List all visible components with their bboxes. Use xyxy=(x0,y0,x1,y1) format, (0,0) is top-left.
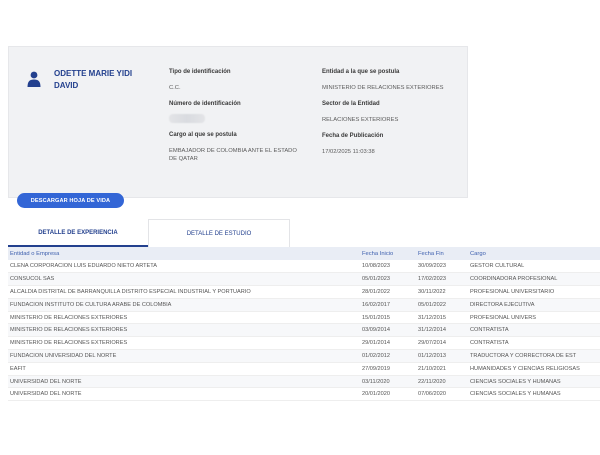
cell-cargo: HUMANIDADES Y CIENCIAS RELIGIOSAS xyxy=(468,362,600,376)
cell-fecha-fin: 29/07/2014 xyxy=(416,336,468,351)
cell-fecha-fin: 31/12/2015 xyxy=(416,311,468,325)
cell-fecha-fin: 17/02/2023 xyxy=(416,272,468,287)
cell-fecha-inicio: 03/09/2014 xyxy=(360,323,416,338)
entity-column: Entidad a la que se postula MINISTERIO D… xyxy=(322,68,472,156)
tab-experiencia[interactable]: DETALLE DE EXPERIENCIA xyxy=(8,219,148,247)
fecha-label: Fecha de Publicación xyxy=(322,133,384,139)
fecha-value: 17/02/2025 11:03:38 xyxy=(322,149,375,155)
cell-fecha-inicio: 27/09/2019 xyxy=(360,362,416,376)
cell-fecha-fin: 21/10/2021 xyxy=(416,362,468,376)
cell-entidad: FUNDACION UNIVERSIDAD DEL NORTE xyxy=(8,349,360,363)
sector-label: Sector de la Entidad xyxy=(322,101,380,107)
cell-cargo: CIENCIAS SOCIALES Y HUMANAS xyxy=(468,387,600,402)
cell-cargo: CONTRATISTA xyxy=(468,336,600,351)
cell-cargo: DIRECTORA EJECUTIVA xyxy=(468,298,600,312)
sector-value: RELACIONES EXTERIORES xyxy=(322,117,399,123)
cell-entidad: UNIVERSIDAD DEL NORTE xyxy=(8,375,360,389)
cell-entidad: ALCALDIA DISTRITAL DE BARRANQUILLA DISTR… xyxy=(8,285,360,299)
cell-entidad: FUNDACION INSTITUTO DE CULTURA ARABE DE … xyxy=(8,298,360,312)
cell-cargo: COORDINADORA PROFESIONAL xyxy=(468,272,600,287)
tab-bar: DETALLE DE EXPERIENCIA DETALLE DE ESTUDI… xyxy=(8,219,290,247)
tipo-label: Tipo de identificación xyxy=(169,69,231,75)
header-cargo[interactable]: Cargo xyxy=(468,247,600,260)
cell-fecha-fin: 01/12/2013 xyxy=(416,349,468,363)
cell-fecha-fin: 30/11/2022 xyxy=(416,285,468,299)
cargo-value: EMBAJADOR DE COLOMBIA ANTE EL ESTADO DE … xyxy=(169,148,297,162)
identification-column: Tipo de identificación C.C. Número de id… xyxy=(169,68,304,163)
cell-fecha-fin: 31/12/2014 xyxy=(416,323,468,338)
cell-fecha-inicio: 15/01/2015 xyxy=(360,311,416,325)
table-row[interactable]: ALCALDIA DISTRITAL DE BARRANQUILLA DISTR… xyxy=(8,285,600,299)
tipo-value: C.C. xyxy=(169,85,181,91)
table-row[interactable]: UNIVERSIDAD DEL NORTE 03/11/2020 22/11/202… xyxy=(8,375,600,389)
person-name: ODETTE MARIE YIDI DAVID xyxy=(54,69,133,90)
cell-fecha-inicio: 03/11/2020 xyxy=(360,375,416,389)
header-entidad[interactable]: Entidad o Empresa xyxy=(8,247,360,260)
tab-estudio[interactable]: DETALLE DE ESTUDIO xyxy=(148,219,290,247)
cell-cargo: GESTOR CULTURAL xyxy=(468,260,600,274)
cell-cargo: TRADUCTORA Y CORRECTORA DE EST xyxy=(468,349,600,363)
cell-fecha-fin: 07/06/2020 xyxy=(416,387,468,402)
cell-cargo: CONTRATISTA xyxy=(468,323,600,338)
cell-fecha-inicio: 20/01/2020 xyxy=(360,387,416,402)
table-header-row: Entidad o Empresa Fecha Inicio Fecha Fin… xyxy=(8,247,600,260)
cell-cargo: PROFESIONAL UNIVERSITARIO xyxy=(468,285,600,299)
cargo-label: Cargo al que se postula xyxy=(169,132,237,138)
numero-value-redacted xyxy=(169,114,205,123)
cell-entidad: CLENA CORPORACION LUIS EDUARDO NIETO ART… xyxy=(8,260,360,274)
table-row[interactable]: CONSUCOL SAS 05/01/2023 17/02/2023 COORDINA… xyxy=(8,272,600,287)
cell-fecha-inicio: 05/01/2023 xyxy=(360,272,416,287)
profile-card: ODETTE MARIE YIDI DAVID Tipo de identifi… xyxy=(8,46,468,198)
cell-fecha-fin: 30/09/2023 xyxy=(416,260,468,274)
cell-entidad: MINISTERIO DE RELACIONES EXTERIORES xyxy=(8,311,360,325)
table-row[interactable]: MINISTERIO DE RELACIONES EXTERIORES 29/01… xyxy=(8,336,600,351)
experience-table: Entidad o Empresa Fecha Inicio Fecha Fin… xyxy=(8,247,600,402)
cell-cargo: CIENCIAS SOCIALES Y HUMANAS xyxy=(468,375,600,389)
download-cv-button[interactable]: DESCARGAR HOJA DE VIDA xyxy=(17,193,124,208)
header-fecha-inicio[interactable]: Fecha Inicio xyxy=(360,247,416,260)
header-fecha-fin[interactable]: Fecha Fin xyxy=(416,247,468,260)
cell-fecha-fin: 22/11/2020 xyxy=(416,375,468,389)
table-row[interactable]: MINISTERIO DE RELACIONES EXTERIORES 03/09… xyxy=(8,323,600,338)
cell-entidad: MINISTERIO DE RELACIONES EXTERIORES xyxy=(8,336,360,351)
table-row[interactable]: FUNDACION UNIVERSIDAD DEL NORTE 01/02/201… xyxy=(8,349,600,363)
table-row[interactable]: MINISTERIO DE RELACIONES EXTERIORES 15/01… xyxy=(8,311,600,325)
cell-entidad: UNIVERSIDAD DEL NORTE xyxy=(8,387,360,402)
entidad-label: Entidad a la que se postula xyxy=(322,69,400,75)
cell-entidad: EAFIT xyxy=(8,362,360,376)
cell-fecha-inicio: 01/02/2012 xyxy=(360,349,416,363)
cell-fecha-fin: 05/01/2022 xyxy=(416,298,468,312)
table-row[interactable]: UNIVERSIDAD DEL NORTE 20/01/2020 07/06/202… xyxy=(8,387,600,402)
cell-fecha-inicio: 28/01/2022 xyxy=(360,285,416,299)
person-icon xyxy=(27,71,41,87)
cell-fecha-inicio: 29/01/2014 xyxy=(360,336,416,351)
table-body: CLENA CORPORACION LUIS EDUARDO NIETO ART… xyxy=(8,260,600,402)
entidad-value: MINISTERIO DE RELACIONES EXTERIORES xyxy=(322,85,444,91)
cell-entidad: MINISTERIO DE RELACIONES EXTERIORES xyxy=(8,323,360,338)
cell-fecha-inicio: 16/02/2017 xyxy=(360,298,416,312)
cell-fecha-inicio: 10/08/2023 xyxy=(360,260,416,274)
numero-label: Número de identificación xyxy=(169,101,241,107)
table-row[interactable]: EAFIT 27/09/2019 21/10/2021 HUMANIDADES Y C… xyxy=(8,362,600,376)
table-row[interactable]: FUNDACION INSTITUTO DE CULTURA ARABE DE … xyxy=(8,298,600,312)
cell-entidad: CONSUCOL SAS xyxy=(8,272,360,287)
cell-cargo: PROFESIONAL UNIVERS xyxy=(468,311,600,325)
table-row[interactable]: CLENA CORPORACION LUIS EDUARDO NIETO ART… xyxy=(8,260,600,274)
